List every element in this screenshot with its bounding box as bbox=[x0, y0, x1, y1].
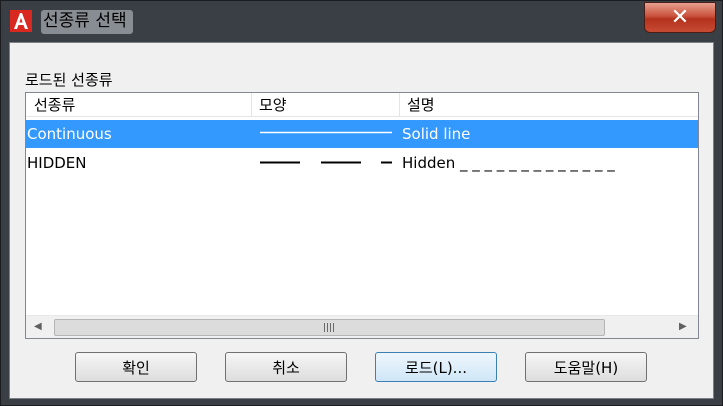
list-header: 선종류 모양 설명 bbox=[26, 93, 698, 117]
grip-icon bbox=[324, 323, 335, 332]
column-divider[interactable] bbox=[251, 93, 252, 117]
column-header-description[interactable]: 설명 bbox=[407, 95, 435, 115]
linetype-name: Continuous bbox=[27, 125, 112, 143]
horizontal-scrollbar[interactable]: ◀ ▶ bbox=[26, 315, 698, 338]
column-header-linetype[interactable]: 선종류 bbox=[34, 95, 75, 115]
loaded-linetypes-label: 로드된 선종류 bbox=[25, 71, 113, 89]
close-icon: ✕ bbox=[670, 4, 690, 30]
column-divider[interactable] bbox=[399, 93, 400, 117]
linetype-description: Solid line bbox=[402, 125, 471, 143]
cancel-button[interactable]: 취소 bbox=[225, 352, 347, 382]
linetype-preview-solid bbox=[260, 131, 392, 134]
scroll-left-arrow-icon[interactable]: ◀ bbox=[34, 321, 42, 332]
scrollbar-thumb[interactable] bbox=[54, 319, 605, 336]
linetype-list[interactable]: 선종류 모양 설명 Continuous Solid line HIDDEN H… bbox=[25, 92, 699, 339]
title-bar[interactable]: 선종류 선택 ✕ bbox=[1, 1, 722, 41]
close-button[interactable]: ✕ bbox=[644, 2, 716, 33]
window-title: 선종류 선택 bbox=[41, 10, 133, 34]
load-button[interactable]: 로드(L)... bbox=[375, 352, 497, 382]
scroll-right-arrow-icon[interactable]: ▶ bbox=[679, 321, 687, 332]
autocad-logo-icon bbox=[10, 10, 32, 32]
list-item[interactable]: Continuous Solid line bbox=[26, 120, 698, 148]
linetype-description: Hidden _ _ _ _ _ _ _ _ _ _ _ _ _ bbox=[402, 154, 615, 172]
list-item[interactable]: HIDDEN Hidden _ _ _ _ _ _ _ _ _ _ _ _ _ bbox=[26, 149, 698, 177]
linetype-preview-dashed bbox=[260, 161, 392, 164]
column-header-appearance[interactable]: 모양 bbox=[259, 95, 287, 115]
help-button[interactable]: 도움말(H) bbox=[525, 352, 647, 382]
linetype-name: HIDDEN bbox=[27, 154, 87, 172]
ok-button[interactable]: 확인 bbox=[75, 352, 197, 382]
linetype-dialog: 선종류 선택 ✕ 로드된 선종류 선종류 모양 설명 Continuous So… bbox=[0, 0, 723, 406]
dialog-body: 로드된 선종류 선종류 모양 설명 Continuous Solid line … bbox=[9, 42, 714, 399]
